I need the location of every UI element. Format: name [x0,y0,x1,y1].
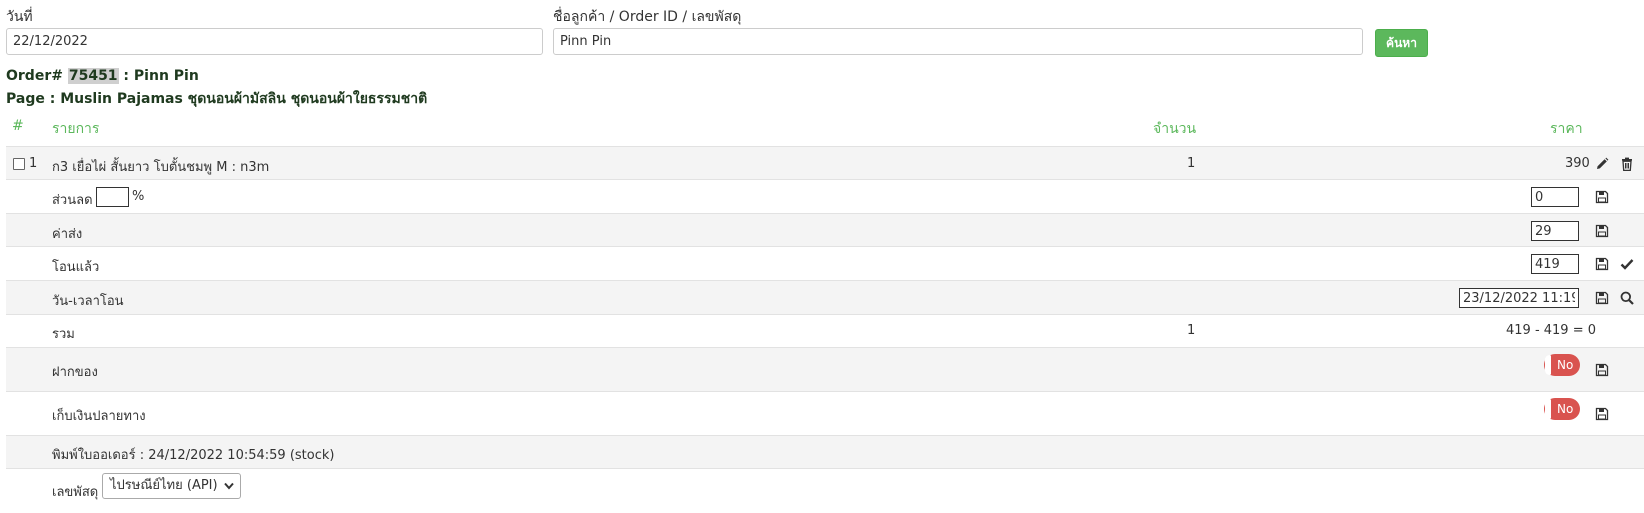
save-icon[interactable] [1595,407,1609,421]
save-icon[interactable] [1595,224,1609,238]
transferred-input[interactable] [1531,254,1579,274]
table-row-tracking: เลขพัสดุ ไปรษณีย์ไทย (API) [6,468,1644,513]
carrier-select[interactable]: ไปรษณีย์ไทย (API) [102,473,241,499]
search-icon[interactable] [1620,291,1634,305]
save-icon[interactable] [1595,190,1609,204]
date-label: วันที่ [6,9,33,25]
table-row-cod: เก็บเงินปลายทาง No [6,391,1644,435]
item-index: 1 [29,156,38,171]
item-qty: 1 [1187,156,1196,171]
discount-input[interactable] [1531,187,1579,207]
carrier-select-value: ไปรษณีย์ไทย (API) [110,478,218,493]
order-id: 75451 [67,68,119,84]
order-prefix: Order# [6,68,63,84]
col-header-num: # [12,118,24,134]
col-header-item: รายการ [52,121,100,137]
order-sep: : [118,68,134,84]
check-icon[interactable] [1620,257,1634,271]
order-customer: Pinn Pin [133,68,199,84]
table-row-transferred: โอนแล้ว [6,246,1644,280]
deposit-toggle[interactable]: No [1544,354,1580,376]
order-page: Page : Muslin Pajamas ชุดนอนผ้ามัสลิน ชุ… [6,91,428,107]
percent-unit: % [132,189,145,204]
item-checkbox[interactable] [13,158,25,170]
discount-label: ส่วนลด [52,193,93,208]
save-icon[interactable] [1595,291,1609,305]
item-price: 390 [1565,156,1590,171]
table-row-item: 1 ก3 เยื่อไผ่ สั้นยาว โบตั้นชมพู M : n3m… [6,146,1644,179]
col-header-qty: จำนวน [1153,121,1197,137]
table-row-transfer-time: วัน-เวลาโอน [6,280,1644,314]
tracking-label: เลขพัสดุ [52,485,99,500]
save-icon[interactable] [1595,363,1609,377]
total-qty: 1 [1187,323,1196,338]
discount-percent-input[interactable] [96,187,129,207]
trash-icon[interactable] [1620,157,1634,171]
col-header-price: ราคา [1550,121,1583,137]
transferred-label: โอนแล้ว [52,260,100,275]
total-formula: 419 - 419 = 0 [1506,323,1597,338]
shipping-label: ค่าส่ง [52,227,83,242]
total-label: รวม [52,327,75,342]
table-row-shipping: ค่าส่ง [6,213,1644,246]
item-name: ก3 เยื่อไผ่ สั้นยาว โบตั้นชมพู M : n3m [52,160,270,175]
transfer-time-input[interactable] [1459,288,1579,308]
order-title: Order# 75451 : Pinn Pin [6,68,199,84]
table-row-deposit: ฝากของ No [6,347,1644,391]
pencil-icon[interactable] [1595,157,1609,171]
transfer-time-label: วัน-เวลาโอน [52,294,124,309]
table-row-total: รวม 1 419 - 419 = 0 [6,314,1644,347]
cod-label: เก็บเงินปลายทาง [52,409,146,424]
save-icon[interactable] [1595,257,1609,271]
date-input[interactable] [6,28,543,55]
table-row-discount: ส่วนลด % [6,179,1644,213]
printed-text: พิมพ์ใบออเดอร์ : 24/12/2022 10:54:59 (st… [52,448,335,463]
chevron-down-icon [223,482,234,490]
cod-toggle[interactable]: No [1544,398,1580,420]
customer-search-input[interactable] [553,28,1363,55]
customer-search-label: ชื่อลูกค้า / Order ID / เลขพัสดุ [553,9,742,25]
search-button[interactable]: ค้นหา [1375,29,1428,57]
table-row-printed: พิมพ์ใบออเดอร์ : 24/12/2022 10:54:59 (st… [6,435,1644,468]
deposit-label: ฝากของ [52,365,98,380]
shipping-input[interactable] [1531,221,1579,241]
